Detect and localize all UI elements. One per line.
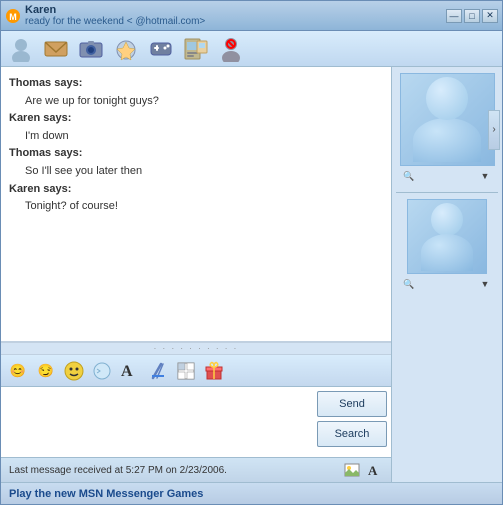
window-controls: — □ ✕ <box>446 9 498 23</box>
search-button[interactable]: Search <box>317 421 387 447</box>
title-bar-left: M Karen ready for the weekend < @hotmail… <box>5 4 205 27</box>
messenger-window: M Karen ready for the weekend < @hotmail… <box>0 0 503 505</box>
avatar-dropdown-icon[interactable]: ▼ <box>476 168 494 184</box>
bottom-avatar-search-icon[interactable]: 🔍 <box>400 276 418 292</box>
text-4: Tonight? of course! <box>9 198 383 216</box>
divider: · · · · · · · · · · <box>1 342 391 355</box>
message-2: Karen says: I'm down <box>9 110 383 145</box>
sender-3: Thomas says: <box>9 145 383 163</box>
handwriting-button[interactable] <box>173 359 199 383</box>
color-button[interactable] <box>145 359 171 383</box>
emoji2-button[interactable]: 😏 <box>33 359 59 383</box>
maximize-button[interactable]: □ <box>464 9 480 23</box>
top-avatar-controls: 🔍 ▼ <box>398 166 496 186</box>
action-buttons: Send Search <box>315 387 391 457</box>
app-icon: M <box>5 8 21 24</box>
message-4: Karen says: Tonight? of course! <box>9 181 383 216</box>
chat-section: Thomas says: Are we up for tonight guys?… <box>1 67 392 482</box>
message-1: Thomas says: Are we up for tonight guys? <box>9 75 383 110</box>
bottom-avatar-figure <box>420 203 475 271</box>
format-toolbar: 😊 😏 <box>1 355 391 387</box>
bottom-avatar-body <box>421 234 473 271</box>
chat-messages: Thomas says: Are we up for tonight guys?… <box>1 67 391 342</box>
block-button[interactable] <box>215 35 247 63</box>
bottom-avatar-head <box>431 203 463 236</box>
activity-button[interactable] <box>110 35 142 63</box>
status-bar: Last message received at 5:27 PM on 2/23… <box>1 457 391 482</box>
font-button[interactable]: A <box>117 359 143 383</box>
gift-button[interactable] <box>201 359 227 383</box>
avatar-search-icon[interactable]: 🔍 <box>400 168 418 184</box>
input-area: Send Search <box>1 387 391 457</box>
window-subtitle: ready for the weekend < @hotmail.com> <box>25 16 205 27</box>
user-button[interactable] <box>5 35 37 63</box>
close-button[interactable]: ✕ <box>482 9 498 23</box>
svg-text:A: A <box>121 363 133 380</box>
games-button[interactable] <box>145 35 177 63</box>
top-avatar-figure <box>412 77 482 162</box>
top-avatar-head <box>426 77 468 120</box>
image-status-icon[interactable] <box>343 461 361 479</box>
top-avatar-body <box>413 118 481 162</box>
sender-1: Thomas says: <box>9 75 383 93</box>
text-2: I'm down <box>9 128 383 146</box>
svg-text:A: A <box>368 463 378 478</box>
bottom-avatar-dropdown-icon[interactable]: ▼ <box>476 276 494 292</box>
sender-2: Karen says: <box>9 110 383 128</box>
send-button[interactable]: Send <box>317 391 387 417</box>
input-row: Send Search <box>1 387 391 457</box>
window-title: Karen <box>25 4 205 16</box>
bottom-bar: Play the new MSN Messenger Games <box>1 482 502 504</box>
bottom-avatar-controls: 🔍 ▼ <box>398 274 496 294</box>
emoticon-button[interactable] <box>61 359 87 383</box>
right-panel: 🔍 ▼ › 🔍 ▼ <box>392 67 502 482</box>
minimize-button[interactable]: — <box>446 9 462 23</box>
camera-button[interactable] <box>75 35 107 63</box>
top-avatar-container <box>400 73 495 166</box>
wink-button[interactable] <box>89 359 115 383</box>
sender-4: Karen says: <box>9 181 383 199</box>
message-3: Thomas says: So I'll see you later then <box>9 145 383 180</box>
title-area: Karen ready for the weekend < @hotmail.c… <box>25 4 205 27</box>
bottom-avatar-section: 🔍 ▼ <box>392 193 502 308</box>
status-icons: A <box>343 461 383 479</box>
bottom-avatar-container <box>407 199 487 274</box>
main-area: Thomas says: Are we up for tonight guys?… <box>1 67 502 482</box>
bottom-text: Play the new MSN Messenger Games <box>9 488 203 500</box>
top-avatar-section: 🔍 ▼ › <box>392 67 502 192</box>
font-status-icon[interactable]: A <box>365 461 383 479</box>
text-3: So I'll see you later then <box>9 163 383 181</box>
toolbar <box>1 31 502 67</box>
right-nav-arrow[interactable]: › <box>488 110 500 150</box>
email-button[interactable] <box>40 35 72 63</box>
svg-text:M: M <box>9 12 17 22</box>
message-input[interactable] <box>1 387 315 457</box>
title-bar: M Karen ready for the weekend < @hotmail… <box>1 1 502 31</box>
emoji-button[interactable]: 😊 <box>5 359 31 383</box>
share-button[interactable] <box>180 35 212 63</box>
status-text: Last message received at 5:27 PM on 2/23… <box>9 465 227 476</box>
text-1: Are we up for tonight guys? <box>9 93 383 111</box>
right-panel-spacer <box>392 308 502 482</box>
